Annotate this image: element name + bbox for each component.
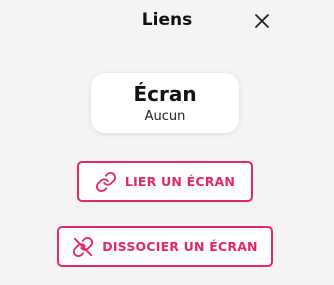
page-title: Liens [141, 10, 193, 30]
close-icon [255, 14, 269, 28]
unlink-screen-button[interactable]: DISSOCIER UN ÉCRAN [57, 226, 273, 267]
unlink-icon [73, 236, 94, 257]
link-icon [95, 171, 116, 192]
screen-card: Écran Aucun [91, 73, 239, 133]
close-button[interactable] [253, 12, 271, 30]
link-screen-label: LIER UN ÉCRAN [124, 174, 236, 189]
screen-card-title: Écran [133, 82, 197, 106]
unlink-screen-label: DISSOCIER UN ÉCRAN [102, 239, 258, 254]
screen-card-value: Aucun [144, 109, 186, 124]
link-screen-button[interactable]: LIER UN ÉCRAN [77, 161, 253, 202]
